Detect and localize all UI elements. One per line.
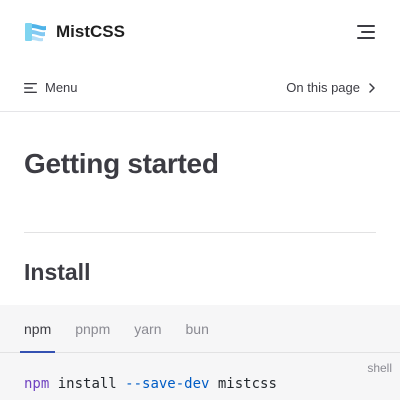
- code-token-package: mistcss: [209, 376, 277, 392]
- tab-npm[interactable]: npm: [12, 305, 63, 353]
- on-this-page-label: On this page: [286, 80, 360, 95]
- tab-yarn[interactable]: yarn: [122, 305, 173, 352]
- hamburger-menu-button[interactable]: [356, 22, 376, 42]
- top-navbar: MistCSS: [0, 0, 400, 64]
- brand-name: MistCSS: [56, 22, 125, 41]
- page-title: Getting started: [24, 148, 219, 179]
- local-nav-bar: Menu On this page: [0, 64, 400, 112]
- code-token-subcommand: install: [49, 376, 126, 392]
- code-token-command: npm: [24, 376, 50, 392]
- chevron-right-icon: [369, 82, 375, 93]
- on-this-page-button[interactable]: On this page: [286, 80, 376, 95]
- code-line: npm install --save-dev mistcss: [24, 376, 277, 392]
- code-language-label: shell: [367, 361, 392, 375]
- align-left-icon: [24, 82, 37, 93]
- section-heading-install: Install: [24, 259, 91, 285]
- tab-pnpm[interactable]: pnpm: [63, 305, 122, 352]
- code-group: npm pnpm yarn bun shell npm install --sa…: [0, 305, 400, 400]
- menu-label: Menu: [45, 80, 78, 95]
- code-group-tabs: npm pnpm yarn bun: [0, 305, 400, 353]
- hamburger-icon: [357, 25, 375, 39]
- wind-icon: [25, 23, 46, 42]
- code-token-flag: --save-dev: [125, 376, 210, 392]
- section-divider: [24, 232, 376, 233]
- brand-link[interactable]: MistCSS: [24, 20, 125, 44]
- tab-bun[interactable]: bun: [174, 305, 221, 352]
- sidebar-menu-button[interactable]: Menu: [24, 80, 78, 95]
